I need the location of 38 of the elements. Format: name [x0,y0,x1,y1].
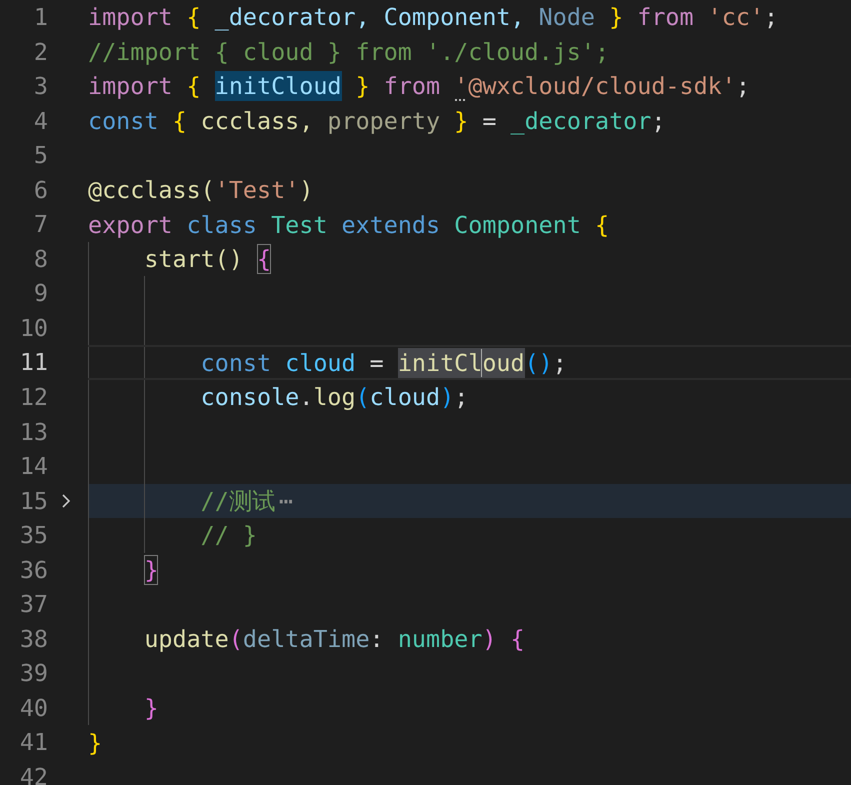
code-line: //import { cloud } from './cloud.js'; [88,36,610,67]
code-line: } [88,728,102,758]
code-line: const { ccclass, property } = _decorator; [88,106,666,136]
line-number: 14 [18,451,48,482]
line-number: 37 [18,589,48,620]
code-line: //测试 ⋯ [200,486,293,516]
line-number: 4 [32,106,48,137]
code-line: @ccclass('Test') [88,175,314,205]
line-number: 13 [18,416,48,448]
line-number: 36 [18,554,48,586]
line-number: 3 [32,71,48,102]
line-number: 2 [32,36,48,68]
code-line: import { _decorator, Component, Node } from 'cc'; [88,2,778,32]
chevron-icon[interactable] [61,492,71,509]
line-number: 38 [18,624,48,655]
line-number: 42 [18,762,48,785]
code-line: // } [200,520,257,550]
code-line: } [144,555,158,586]
code-line: update(deltaTime: number) { [144,624,525,654]
line-number: 12 [18,382,48,414]
line-number: 7 [32,209,48,240]
line-number: 41 [18,727,48,758]
line-number: 15 [18,486,48,517]
code-line: } [144,693,158,724]
code-line: start() { [144,244,272,274]
line-number: 35 [18,520,48,552]
code-line: import { initCloud } from '@wxcloud/cloud-sdk'; [88,71,750,102]
line-number: 9 [32,278,48,310]
line-number: 11 [18,347,48,378]
line-number: 1 [32,2,48,33]
line-number: 39 [18,658,48,690]
line-number: 5 [32,140,48,172]
line-number: 10 [18,312,48,344]
line-number: 6 [32,174,48,206]
code-line: export class Test extends Component { [88,210,610,240]
code-line: console.log(cloud); [200,382,468,412]
line-number: 8 [32,244,48,275]
line-number: 40 [18,692,48,724]
